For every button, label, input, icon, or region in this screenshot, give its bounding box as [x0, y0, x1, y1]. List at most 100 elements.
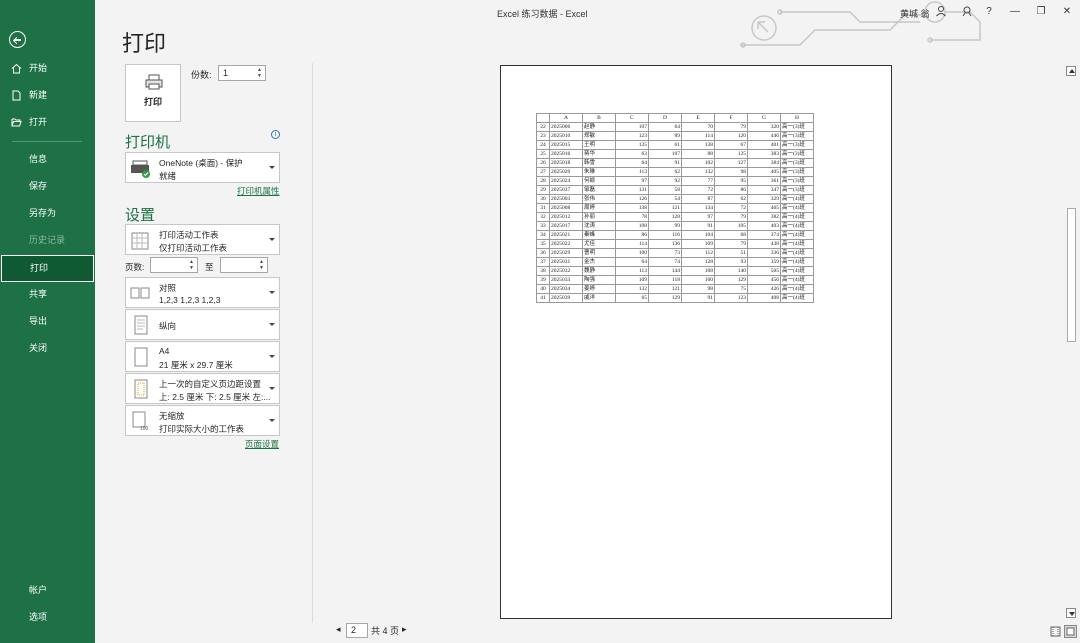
avatar-icon[interactable]	[935, 5, 947, 17]
table-cell: 王明	[582, 140, 616, 150]
page-setup-link[interactable]: 页面设置	[245, 438, 279, 450]
setting-title: A4	[159, 346, 170, 356]
sidebar-item-label: 帐户	[29, 585, 48, 595]
sidebar-item-account[interactable]: 帐户	[0, 577, 95, 604]
table-cell: 高一(3)班	[780, 158, 814, 168]
sidebar-item-open[interactable]: 打开	[0, 109, 95, 136]
sidebar-item-home[interactable]: 开始	[0, 55, 95, 82]
copies-input[interactable]: 1 ▲ ▼	[218, 65, 266, 81]
orientation-select[interactable]: 纵向	[125, 309, 280, 340]
scroll-thumb[interactable]	[1067, 208, 1076, 342]
table-cell: 93	[714, 257, 748, 267]
table-cell: 曹明	[582, 248, 616, 258]
show-margins-icon[interactable]	[1050, 626, 1061, 637]
print-button[interactable]: 打印	[125, 64, 181, 122]
page-number-input[interactable]: 2	[346, 623, 368, 638]
sidebar-item-save[interactable]: 保存	[0, 173, 95, 200]
window-title: Excel 练习数据 - Excel	[497, 9, 588, 19]
chevron-down-icon	[269, 419, 275, 422]
table-cell: 高一(4)班	[780, 266, 814, 276]
scroll-up-icon[interactable]	[1066, 66, 1076, 76]
table-cell: 2025008	[549, 203, 583, 213]
column-header: D	[648, 113, 682, 123]
table-cell: 何颖	[582, 176, 616, 186]
scroll-down-icon[interactable]	[1066, 608, 1076, 618]
sidebar-item-new[interactable]: 新建	[0, 82, 95, 109]
pages-label: 页数:	[125, 262, 145, 272]
next-page-icon[interactable]: ▸	[402, 624, 407, 635]
sidebar-item-print[interactable]: 打印	[1, 255, 94, 282]
user-name[interactable]: 黄城 翁	[900, 7, 930, 20]
sidebar-item-share[interactable]: 共享	[0, 281, 95, 308]
spin-down-icon[interactable]: ▼	[259, 265, 265, 271]
row-number: 27	[536, 167, 550, 177]
info-icon[interactable]: i	[271, 130, 280, 139]
sidebar-item-options[interactable]: 选项	[0, 604, 95, 631]
minimize-icon[interactable]: —	[1008, 5, 1022, 19]
sidebar-item-info[interactable]: 信息	[0, 146, 95, 173]
row-number: 29	[536, 185, 550, 195]
table-cell: 2025020	[549, 167, 583, 177]
circuit-decoration-icon	[740, 1, 981, 48]
table-cell: 113	[615, 266, 649, 276]
spin-down-icon[interactable]: ▼	[257, 73, 263, 79]
restore-icon[interactable]: ❐	[1034, 5, 1048, 19]
column-header	[536, 113, 550, 123]
printer-heading: 打印机	[125, 134, 171, 151]
table-cell: 74	[648, 257, 682, 267]
pages-to-input[interactable]: ▲ ▼	[220, 257, 268, 273]
sidebar-item-close[interactable]: 关闭	[0, 335, 95, 362]
table-cell: 98	[714, 167, 748, 177]
table-cell: 127	[714, 158, 748, 168]
previous-page-icon[interactable]: ◂	[336, 624, 341, 635]
printer-select[interactable]: OneNote (桌面) - 保护 就绪	[125, 152, 280, 183]
collate-select[interactable]: 对照 1,2,3 1,2,3 1,2,3	[125, 277, 280, 308]
scaling-select[interactable]: 100 无缩放 打印实际大小的工作表	[125, 405, 280, 436]
column-header: F	[714, 113, 748, 123]
table-cell: 401	[747, 140, 781, 150]
zoom-to-page-icon[interactable]	[1064, 625, 1077, 638]
table-cell: 382	[747, 212, 781, 222]
table-cell: 54	[648, 194, 682, 204]
help-icon[interactable]: ?	[982, 5, 996, 19]
table-cell: 2025031	[549, 257, 583, 267]
table-cell: 高一(3)班	[780, 131, 814, 141]
table-cell: 138	[615, 203, 649, 213]
chevron-down-icon	[269, 387, 275, 390]
setting-title: 无缩放	[159, 411, 185, 421]
table-row: 33 2025017 沈涛 108 99 91 105 403 高一(4)班	[536, 221, 814, 231]
table-cell: 高一(4)班	[780, 275, 814, 285]
table-cell: 88	[681, 149, 715, 159]
paper-size-select[interactable]: A4 21 厘米 x 29.7 厘米	[125, 341, 280, 372]
table-cell: 131	[615, 185, 649, 195]
table-cell: 2025018	[549, 158, 583, 168]
table-cell: 129	[648, 293, 682, 303]
spin-down-icon[interactable]: ▼	[189, 265, 195, 271]
row-number: 34	[536, 230, 550, 240]
table-cell: 91	[681, 221, 715, 231]
table-cell: 高一(3)班	[780, 185, 814, 195]
sidebar-item-export[interactable]: 导出	[0, 308, 95, 335]
table-cell: 114	[615, 239, 649, 249]
pages-from-input[interactable]: ▲ ▼	[150, 257, 198, 273]
close-icon[interactable]: ✕	[1060, 5, 1074, 19]
table-cell: 128	[681, 257, 715, 267]
table-cell: 132	[681, 167, 715, 177]
table-cell: 129	[714, 275, 748, 285]
row-number: 24	[536, 140, 550, 150]
coauthor-icon[interactable]	[961, 5, 973, 17]
sidebar-item-label: 信息	[29, 154, 48, 164]
sidebar-item-save-as[interactable]: 另存为	[0, 200, 95, 227]
table-cell: 高一(4)班	[780, 293, 814, 303]
row-number: 36	[536, 248, 550, 258]
row-number: 39	[536, 275, 550, 285]
printer-properties-link[interactable]: 打印机属性	[237, 185, 280, 197]
margins-select[interactable]: 上一次的自定义页边距设置 上: 2.5 厘米 下: 2.5 厘米 左:...	[125, 373, 280, 404]
vertical-scrollbar[interactable]	[1064, 63, 1078, 621]
sidebar-item-label: 新建	[29, 90, 48, 100]
table-cell: 100	[681, 275, 715, 285]
print-scope-select[interactable]: 打印活动工作表 仅打印活动工作表	[125, 224, 280, 255]
table-cell: 128	[648, 212, 682, 222]
row-number: 26	[536, 158, 550, 168]
back-arrow-icon[interactable]	[9, 31, 26, 48]
